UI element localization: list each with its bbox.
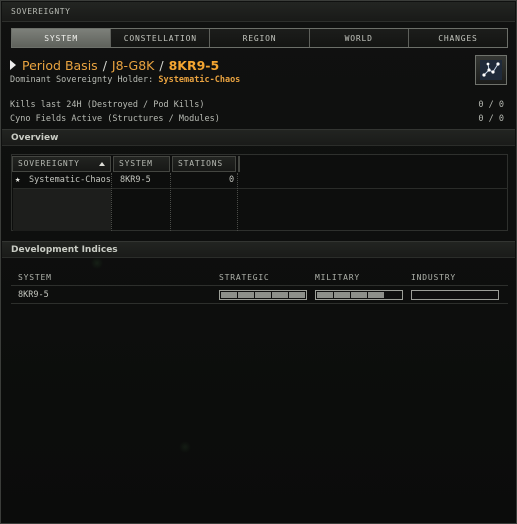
star-map-icon [480, 60, 502, 80]
column-header-empty [238, 156, 240, 172]
table-empty-area [13, 189, 111, 231]
index-segment [464, 292, 480, 298]
sort-ascending-icon [99, 162, 105, 166]
overview-header[interactable]: Overview [2, 129, 515, 146]
development-header[interactable]: Development Indices [2, 241, 515, 258]
breadcrumb-region[interactable]: Period Basis [22, 58, 98, 73]
star-icon: ★ [15, 175, 21, 185]
column-header-stations[interactable]: STATIONS [172, 156, 236, 172]
window-title: SOVEREIGNTY [11, 7, 71, 16]
cyno-label: Cyno Fields Active (Structures / Modules… [10, 114, 220, 124]
overview-title: Overview [11, 133, 59, 143]
dev-row-system: 8KR9-5 [18, 290, 49, 300]
column-header-sovereignty[interactable]: SOVEREIGNTY [12, 156, 111, 172]
holder-label: Dominant Sovereignty Holder: [10, 75, 154, 85]
index-segment [368, 292, 384, 298]
breadcrumb-separator: / [102, 57, 107, 73]
index-segment [447, 292, 463, 298]
tab-bar: SYSTEM CONSTELLATION REGION WORLD CHANGE… [11, 28, 508, 48]
dev-column-industry[interactable]: INDUSTRY [411, 273, 456, 282]
row-system: 8KR9-5 [120, 175, 151, 185]
index-segment [238, 292, 254, 298]
holder-name[interactable]: Systematic-Chaos [158, 75, 240, 85]
military-index-bar [315, 290, 403, 300]
breadcrumb-separator: / [159, 57, 164, 73]
dev-column-military[interactable]: MILITARY [315, 273, 360, 282]
breadcrumb: Period Basis / J8-G8K / 8KR9-5 [10, 57, 219, 73]
row-stations: 0 [229, 175, 235, 185]
dev-column-strategic[interactable]: STRATEGIC [219, 273, 270, 282]
overview-table: SOVEREIGNTY SYSTEM STATIONS ★ Systematic… [11, 154, 508, 231]
index-segment [272, 292, 288, 298]
index-segment [255, 292, 271, 298]
column-divider [170, 173, 171, 231]
development-title: Development Indices [11, 245, 118, 255]
kills-label: Kills last 24H (Destroyed / Pod Kills) [10, 100, 205, 110]
column-header-system[interactable]: SYSTEM [113, 156, 170, 172]
tab-world[interactable]: WORLD [309, 29, 409, 47]
tab-system[interactable]: SYSTEM [12, 29, 112, 47]
star-map-button[interactable] [475, 55, 507, 85]
column-divider [237, 173, 238, 231]
row-divider [13, 188, 508, 189]
index-segment [413, 292, 429, 298]
expand-arrow-icon[interactable] [10, 60, 16, 70]
breadcrumb-constellation[interactable]: J8-G8K [112, 58, 154, 73]
cyno-value: 0 / 0 [478, 114, 504, 124]
index-segment [351, 292, 367, 298]
tab-changes[interactable]: CHANGES [408, 29, 508, 47]
index-segment [334, 292, 350, 298]
sovereignty-holder: Dominant Sovereignty Holder: Systematic-… [10, 75, 240, 85]
dev-row-divider [11, 303, 508, 304]
column-header-label: STATIONS [178, 159, 223, 168]
strategic-index-bar [219, 290, 307, 300]
index-segment [221, 292, 237, 298]
breadcrumb-system: 8KR9-5 [168, 57, 220, 73]
dev-header-divider [11, 285, 508, 286]
index-segment [385, 292, 401, 298]
index-segment [289, 292, 305, 298]
window-titlebar[interactable]: SOVEREIGNTY [2, 2, 515, 22]
index-segment [317, 292, 333, 298]
index-segment [481, 292, 497, 298]
sovereignty-window: SOVEREIGNTY SYSTEM CONSTELLATION REGION … [0, 0, 517, 524]
row-sovereignty: Systematic-Chaos [29, 175, 111, 185]
column-header-label: SOVEREIGNTY [18, 159, 80, 168]
index-segment [430, 292, 446, 298]
column-header-label: SYSTEM [119, 159, 153, 168]
dev-column-system[interactable]: SYSTEM [18, 273, 52, 282]
tab-constellation[interactable]: CONSTELLATION [111, 29, 211, 47]
tab-region[interactable]: REGION [210, 29, 310, 47]
column-divider [111, 173, 112, 231]
industry-index-bar [411, 290, 499, 300]
kills-value: 0 / 0 [478, 100, 504, 110]
